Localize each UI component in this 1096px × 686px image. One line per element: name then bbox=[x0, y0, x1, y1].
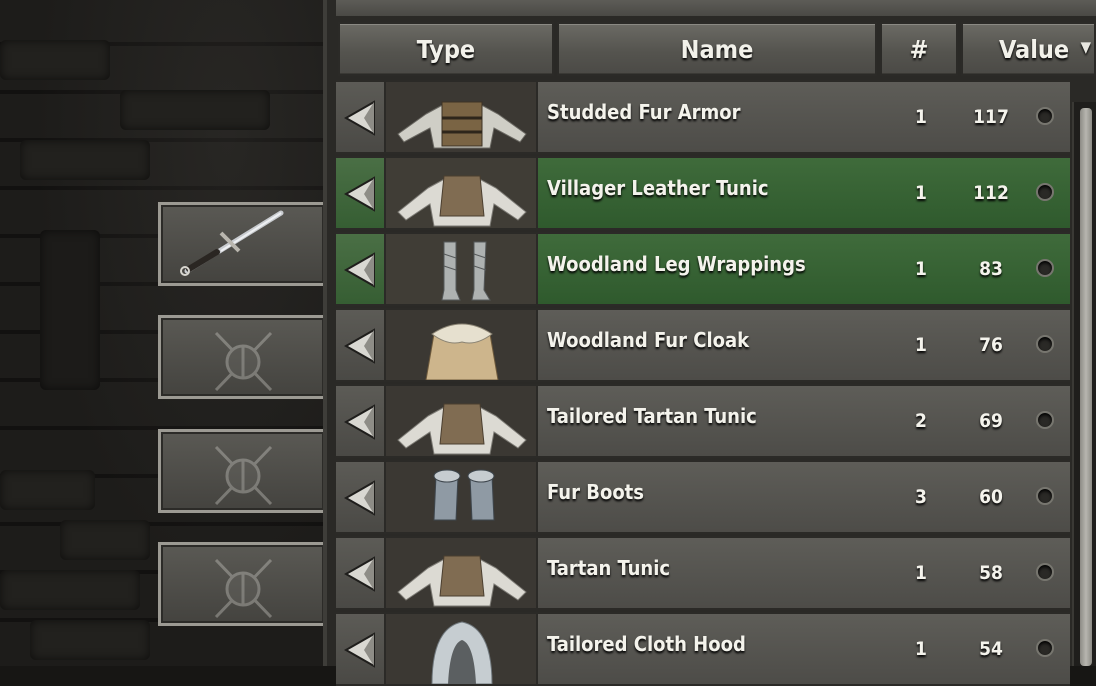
item-name: Woodland Fur Cloak bbox=[547, 328, 750, 352]
cloak-icon bbox=[425, 323, 499, 380]
column-header-type-label: Type bbox=[416, 34, 476, 64]
hood-icon bbox=[431, 621, 493, 684]
column-header-name[interactable]: Name bbox=[557, 22, 877, 76]
empty-shield-slot-icon bbox=[214, 445, 273, 506]
item-row[interactable]: Studded Fur Armor 1 117 bbox=[336, 80, 1070, 154]
boots-icon bbox=[433, 469, 495, 521]
left-arrow-icon bbox=[344, 404, 375, 440]
item-mark-toggle[interactable] bbox=[1036, 259, 1054, 277]
equipment-slot-empty[interactable] bbox=[158, 429, 324, 513]
item-quantity: 3 bbox=[915, 486, 927, 508]
triangle-down-icon[interactable]: ▼ bbox=[1081, 38, 1091, 56]
equipment-slot-empty[interactable] bbox=[158, 315, 324, 399]
transfer-arrow-button[interactable] bbox=[336, 614, 386, 684]
empty-shield-slot-icon bbox=[214, 331, 273, 392]
item-row[interactable]: Tailored Tartan Tunic 2 69 bbox=[336, 384, 1070, 458]
transfer-arrow-button[interactable] bbox=[336, 310, 386, 380]
armor-icon bbox=[397, 101, 527, 149]
leg-wrappings-icon bbox=[441, 241, 491, 301]
item-quantity: 1 bbox=[915, 562, 927, 584]
left-arrow-icon bbox=[344, 556, 375, 592]
item-name: Tailored Tartan Tunic bbox=[547, 404, 757, 428]
item-name: Woodland Leg Wrappings bbox=[547, 252, 806, 276]
wall-brick bbox=[120, 90, 270, 130]
wall-door-panel bbox=[40, 230, 100, 390]
item-value: 117 bbox=[973, 106, 1009, 128]
left-arrow-icon bbox=[344, 328, 375, 364]
scrollbar-thumb[interactable] bbox=[1080, 108, 1092, 666]
item-name: Tartan Tunic bbox=[547, 556, 671, 580]
wall-brick bbox=[30, 620, 150, 660]
item-quantity: 1 bbox=[915, 258, 927, 280]
item-mark-toggle[interactable] bbox=[1036, 107, 1054, 125]
item-quantity: 1 bbox=[915, 106, 927, 128]
item-mark-toggle[interactable] bbox=[1036, 411, 1054, 429]
item-thumbnail bbox=[386, 462, 538, 532]
item-quantity: 1 bbox=[915, 334, 927, 356]
item-thumbnail bbox=[386, 386, 538, 456]
item-value: 83 bbox=[979, 258, 1003, 280]
empty-shield-slot-icon bbox=[214, 558, 273, 619]
left-arrow-icon bbox=[344, 480, 375, 516]
left-arrow-icon bbox=[344, 176, 375, 212]
item-thumbnail bbox=[386, 310, 538, 380]
item-mark-toggle[interactable] bbox=[1036, 563, 1054, 581]
tunic-icon bbox=[397, 403, 527, 455]
item-row[interactable]: Tailored Cloth Hood 1 54 bbox=[336, 612, 1070, 686]
item-quantity: 1 bbox=[915, 638, 927, 660]
item-thumbnail bbox=[386, 82, 538, 152]
item-row[interactable]: Woodland Leg Wrappings 1 83 bbox=[336, 232, 1070, 306]
item-mark-toggle[interactable] bbox=[1036, 183, 1054, 201]
item-value: 58 bbox=[979, 562, 1003, 584]
tunic-icon bbox=[397, 555, 527, 607]
item-value: 112 bbox=[973, 182, 1009, 204]
item-row[interactable]: Woodland Fur Cloak 1 76 bbox=[336, 308, 1070, 382]
column-header-count-label: # bbox=[909, 34, 929, 64]
column-header-value-label: Value bbox=[999, 34, 1070, 64]
item-thumbnail bbox=[386, 614, 538, 684]
item-name: Tailored Cloth Hood bbox=[547, 632, 746, 656]
transfer-arrow-button[interactable] bbox=[336, 158, 386, 228]
transfer-arrow-button[interactable] bbox=[336, 234, 386, 304]
item-row[interactable]: Tartan Tunic 1 58 bbox=[336, 536, 1070, 610]
column-header-value[interactable]: Value ▼ bbox=[961, 22, 1096, 76]
tunic-icon bbox=[397, 175, 527, 227]
equipment-slot-empty[interactable] bbox=[158, 542, 324, 626]
item-value: 76 bbox=[979, 334, 1003, 356]
item-mark-toggle[interactable] bbox=[1036, 487, 1054, 505]
item-name: Villager Leather Tunic bbox=[547, 176, 769, 200]
wall-brick bbox=[60, 520, 150, 560]
item-thumbnail bbox=[386, 234, 538, 304]
panel-title-strip bbox=[336, 0, 1096, 18]
transfer-arrow-button[interactable] bbox=[336, 462, 386, 532]
item-row[interactable]: Villager Leather Tunic 1 112 bbox=[336, 156, 1070, 230]
item-mark-toggle[interactable] bbox=[1036, 335, 1054, 353]
transfer-arrow-button[interactable] bbox=[336, 386, 386, 456]
item-value: 69 bbox=[979, 410, 1003, 432]
item-name: Fur Boots bbox=[547, 480, 645, 504]
left-arrow-icon bbox=[344, 252, 375, 288]
item-name: Studded Fur Armor bbox=[547, 100, 741, 124]
transfer-arrow-button[interactable] bbox=[336, 538, 386, 608]
item-thumbnail bbox=[386, 538, 538, 608]
column-header-type[interactable]: Type bbox=[338, 22, 554, 76]
equipment-slot-weapon[interactable] bbox=[158, 202, 324, 286]
item-quantity: 2 bbox=[915, 410, 927, 432]
sword-icon bbox=[180, 210, 284, 276]
item-thumbnail bbox=[386, 158, 538, 228]
column-header-count[interactable]: # bbox=[880, 22, 958, 76]
wall-brick bbox=[20, 140, 150, 180]
left-arrow-icon bbox=[344, 100, 375, 136]
wall-brick bbox=[0, 470, 95, 510]
column-header-name-label: Name bbox=[680, 34, 754, 64]
item-value: 54 bbox=[979, 638, 1003, 660]
item-quantity: 1 bbox=[915, 182, 927, 204]
wall-brick bbox=[0, 570, 140, 610]
transfer-arrow-button[interactable] bbox=[336, 82, 386, 152]
item-row[interactable]: Fur Boots 3 60 bbox=[336, 460, 1070, 534]
item-value: 60 bbox=[979, 486, 1003, 508]
item-mark-toggle[interactable] bbox=[1036, 639, 1054, 657]
wall-brick bbox=[0, 40, 110, 80]
left-arrow-icon bbox=[344, 632, 375, 668]
